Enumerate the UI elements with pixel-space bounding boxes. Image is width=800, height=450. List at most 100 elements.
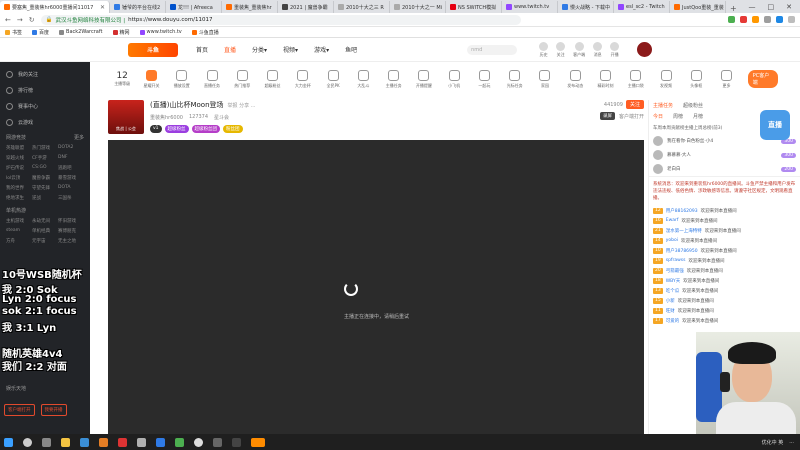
app-icon[interactable] [232,437,241,447]
streamer-avatar[interactable]: 焦战 | 公会 [108,100,144,134]
toolbar-item[interactable]: 大力金杯 [288,69,318,89]
douyu-logo[interactable]: 斗鱼 [128,42,178,57]
category-link[interactable]: 怀旧游戏 [58,218,84,224]
extension-icon[interactable] [752,16,759,23]
history-button[interactable]: 历史 [539,41,549,58]
forward-icon[interactable]: → [17,16,23,24]
minimize-button[interactable]: — [749,3,756,11]
app-icon[interactable] [156,437,165,447]
streamer-name[interactable]: 重装焦hr6000 [150,114,183,121]
browser-tab[interactable]: 慢火战略 - 下载中 [558,1,614,13]
extension-icon[interactable] [740,16,747,23]
toolbar-item[interactable]: 直播任务 [197,69,227,89]
back-icon[interactable]: ← [5,16,11,24]
toolbar-item[interactable]: 大乱斗 [348,69,378,89]
toolbar-item[interactable]: 发视频 [651,69,681,89]
bookmark-item[interactable]: 百度 [32,29,49,36]
search-input[interactable]: nmd [467,44,518,55]
browser-tab[interactable]: 2010十大之一 Mi [390,1,446,13]
bookmark-item[interactable]: 精网 [112,29,130,36]
rank-entry[interactable]: 老白白 200 [649,162,800,176]
toolbar-item[interactable]: 全民PK [318,69,348,89]
toolbar-item[interactable]: 精彩时刻 [590,69,620,89]
maximize-button[interactable]: □ [768,3,775,11]
url-field[interactable]: 🔒 武汉斗鱼网络科技有限公司 | https://www.douyu.com/1… [40,14,521,25]
category-link[interactable]: 我的世界 [6,185,32,191]
category-link[interactable]: 英雄联盟 [6,145,32,151]
start-live-button[interactable]: 我要开播 [40,404,67,416]
message-button[interactable]: 消息 [593,41,603,58]
app-icon[interactable] [118,437,127,447]
tab-super-fans[interactable]: 超级粉丝 [683,102,703,109]
toolbar-item[interactable]: 超级粉丝 [257,69,287,89]
category-link[interactable]: 炉石传说 [6,165,32,171]
reload-icon[interactable]: ↻ [29,16,35,24]
browser-tab[interactable]: NS SWITCH模拟 [446,1,502,13]
bookmark-item[interactable]: Back2Warcraft [59,29,103,35]
sidebar-item-follow[interactable]: 我的关注 [0,66,90,82]
category-link[interactable]: CF手游 [32,155,58,161]
extension-icon[interactable] [776,16,783,23]
sidebar-section-header[interactable]: 单机热游 [0,203,90,216]
bookmark-item[interactable]: 斗鱼直播 [191,29,219,36]
sidebar-item-events[interactable]: 赛事中心 [0,98,90,114]
open-client-button[interactable]: 客户端打开 [4,404,35,416]
app-icon[interactable] [137,437,146,447]
taskview-icon[interactable] [42,437,51,447]
toolbar-item[interactable]: 热门推荐 [227,69,257,89]
category-link[interactable]: DNF [58,155,84,161]
category-link[interactable]: 热门游戏 [32,145,58,151]
browser-tab[interactable]: 重装焦_重装焦hr [222,1,278,13]
browser-tab[interactable]: esl_sc2 - Twitch [614,1,670,13]
pc-client-button[interactable]: PC客户端 [747,70,779,88]
extension-icon[interactable] [728,16,735,23]
close-icon[interactable]: ✕ [100,4,105,11]
clock[interactable]: ... [789,439,794,445]
nav-live[interactable]: 直播 [224,45,236,54]
app-icon[interactable] [99,437,108,447]
app-icon[interactable] [80,437,89,447]
tab-anchor-task[interactable]: 主播任务 [653,102,673,109]
promo-badge[interactable]: 直播 [760,110,790,140]
app-icon[interactable] [213,437,222,447]
category-link[interactable]: 主机游戏 [6,218,32,224]
video-player[interactable]: 主播正在连接中，请稍后重试 [108,140,644,434]
open-in-client[interactable]: 客户端打开 [619,113,644,120]
category-link[interactable]: 暴雪游戏 [58,175,84,181]
toolbar-item[interactable]: 头像框 [681,69,711,89]
sidebar-section-header[interactable]: 网游竞技 更多 [0,130,90,143]
rank-entry[interactable]: 慕慕慕·大人 300 [649,148,800,162]
toolbar-item[interactable]: 光标任务 [500,69,530,89]
toolbar-item[interactable]: 发布动态 [560,69,590,89]
nav-game[interactable]: 游戏▾ [314,45,329,54]
sidebar-section-header[interactable]: 娱乐天地 [0,381,32,394]
category-link[interactable]: 魔兽争霸 [32,175,58,181]
follow-button[interactable]: 关注 [556,41,566,58]
category-link[interactable]: CS:GO [32,165,58,171]
category-link[interactable]: 无主之地 [58,238,84,244]
nav-home[interactable]: 首页 [196,45,208,54]
category-link[interactable]: 方舟 [6,238,32,244]
category-link[interactable]: 逆战 [32,195,58,201]
browser-tab[interactable]: 要塞焦_重装焦hr6000重播间11017 ✕ [0,1,110,13]
category-link[interactable]: DOTA2 [58,145,84,151]
user-avatar[interactable] [637,42,653,57]
toolbar-item[interactable]: 家园 [530,69,560,89]
category-link[interactable]: 永劫无间 [32,218,58,224]
browser-tab[interactable]: JustQoo重装_重装 [670,1,726,13]
bookmark-item[interactable]: 书签 [5,29,22,36]
sidebar-item-cloud-game[interactable]: 云游戏 [0,114,90,130]
tray-text[interactable]: 优化中 英 [762,439,784,446]
extension-icon[interactable] [764,16,771,23]
level-badge[interactable]: v1 [150,125,162,133]
nav-category[interactable]: 分类▾ [252,45,267,54]
toolbar-item[interactable]: 一起玩 [469,69,499,89]
nav-yuba[interactable]: 鱼吧 [345,45,357,54]
browser-tab[interactable]: 锤爷的平台在线2 [110,1,166,13]
category-link[interactable]: 元宇宙 [32,238,58,244]
windows-start-icon[interactable] [4,437,13,447]
category-link[interactable]: 守望先锋 [32,185,58,191]
fan-group-badge[interactable]: 超级粉丝团 [191,125,221,133]
toolbar-item[interactable]: 小飞机 [439,69,469,89]
follow-button[interactable]: 关注 [625,100,644,109]
